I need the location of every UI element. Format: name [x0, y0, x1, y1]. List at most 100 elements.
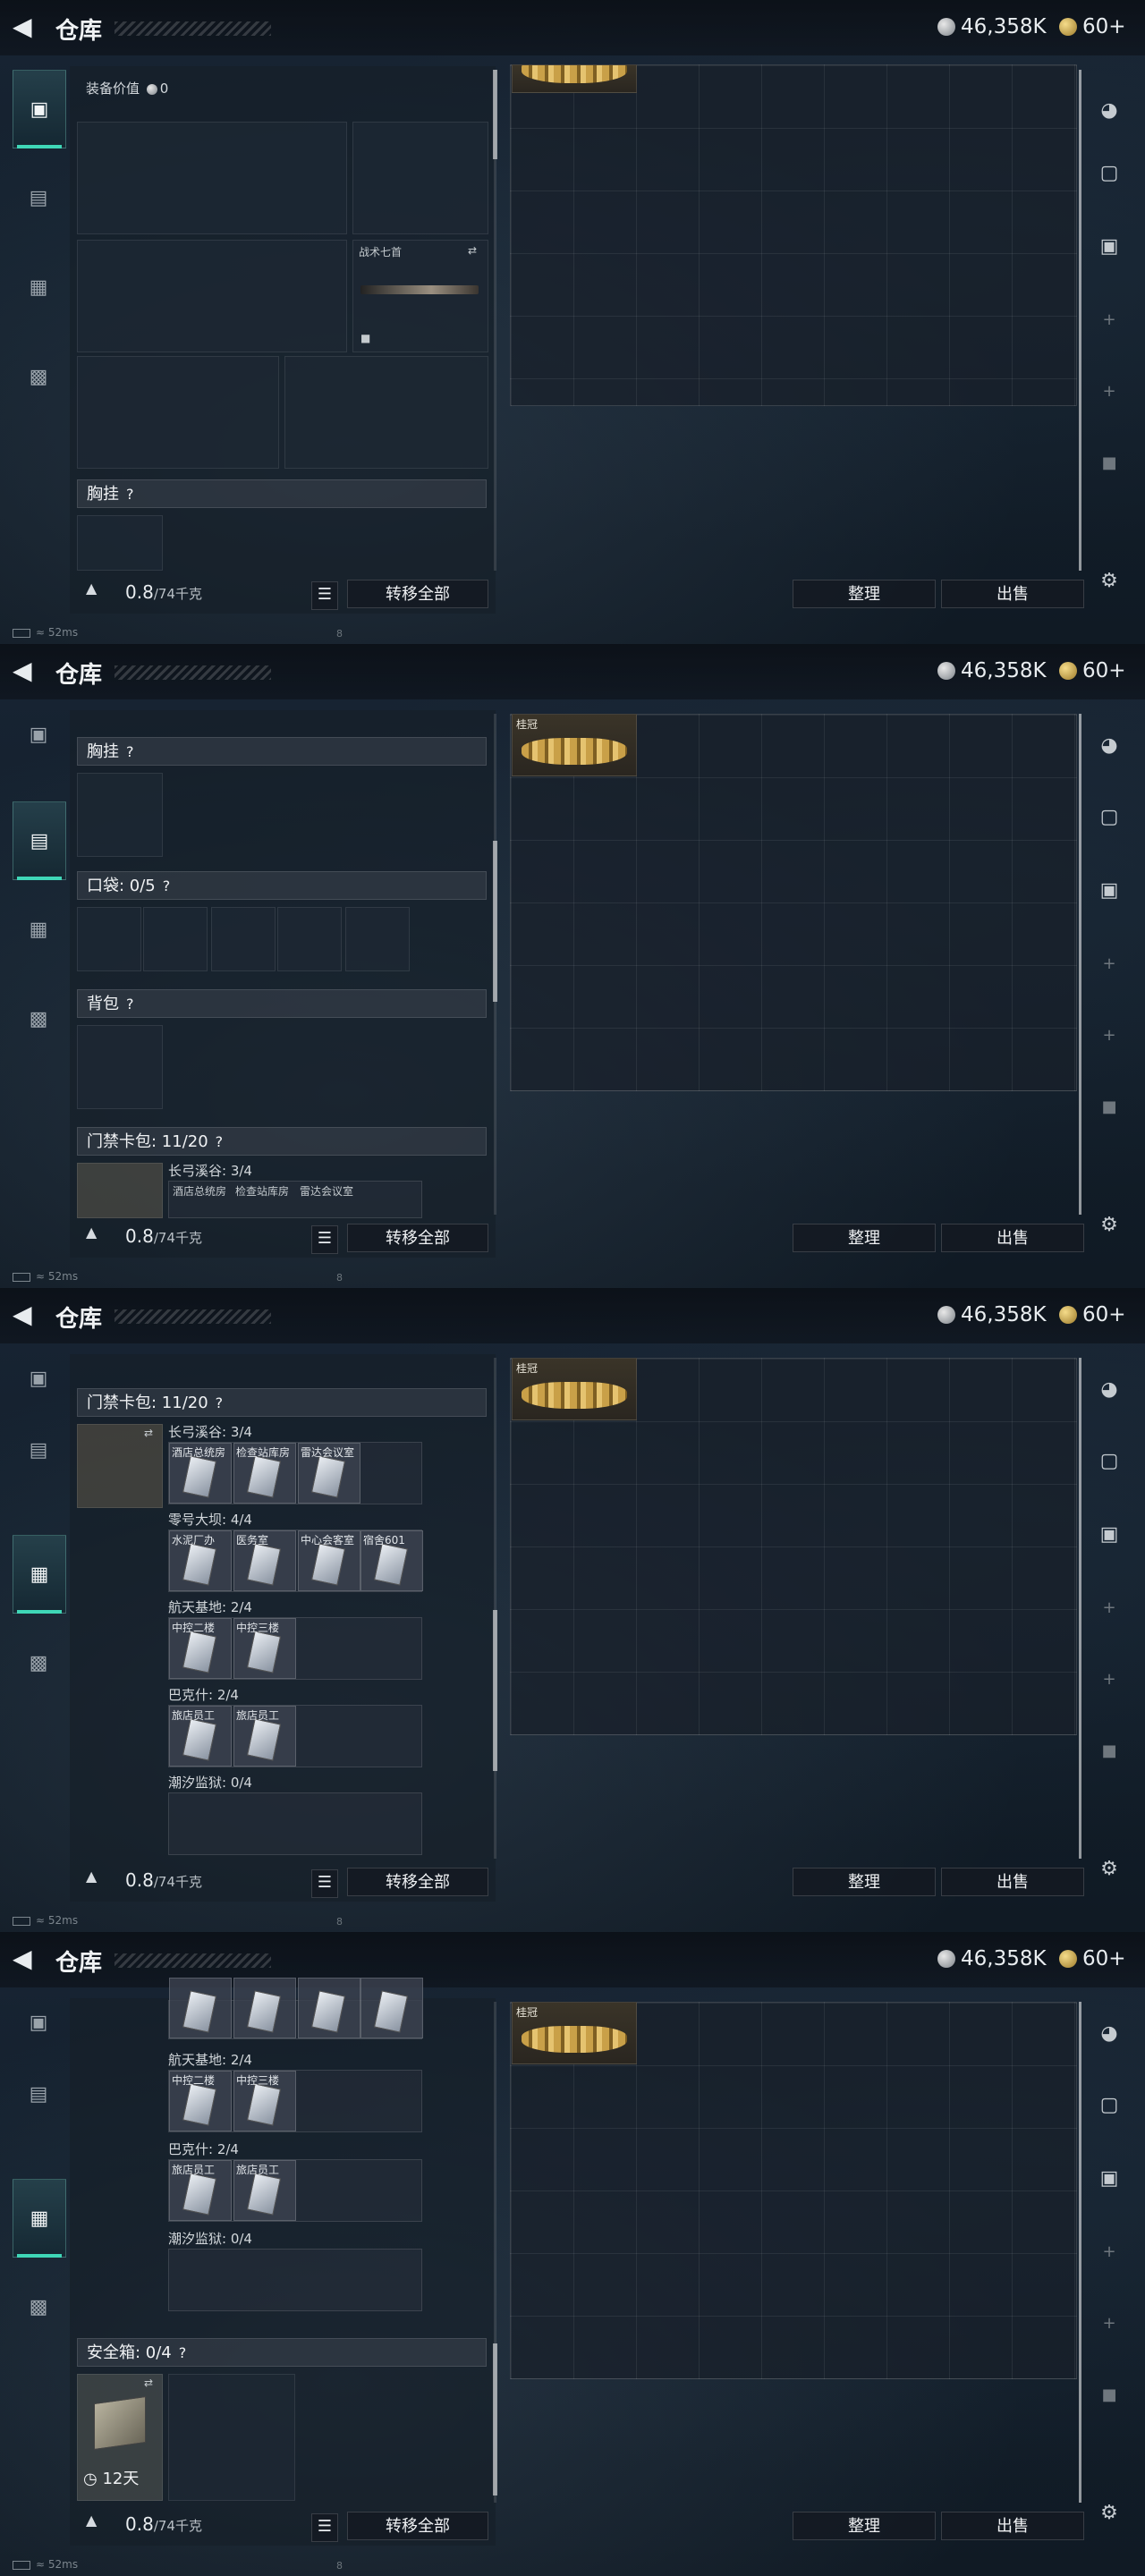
keycard[interactable]: 中控二楼	[169, 2071, 232, 2131]
left-scroll-thumb[interactable]	[493, 2343, 497, 2496]
transfer-all-button[interactable]: 转移全部	[347, 580, 488, 608]
help-icon[interactable]: ?	[126, 738, 134, 767]
storage-grid[interactable]	[510, 64, 1077, 406]
armor-slot[interactable]	[284, 356, 488, 469]
tab-safebox[interactable]: ▩	[13, 338, 64, 415]
tab-safebox[interactable]: ▩	[13, 1624, 64, 1701]
sell-button[interactable]: 出售	[941, 1224, 1084, 1252]
silver-currency[interactable]: 46,358K	[937, 658, 1047, 683]
swap-icon[interactable]: ⇄	[144, 1427, 153, 1439]
sort-button[interactable]: 整理	[793, 1868, 936, 1896]
sort-button[interactable]: 整理	[793, 1224, 936, 1252]
rename-icon[interactable]: ▣	[1093, 231, 1125, 263]
sell-button[interactable]: 出售	[941, 580, 1084, 608]
rename-icon[interactable]: ▣	[1093, 2163, 1125, 2195]
gift-icon[interactable]: ▢	[1093, 1445, 1125, 1478]
tab-safebox[interactable]: ▩	[13, 2268, 64, 2345]
tab-weapons[interactable]: ▣	[13, 1340, 64, 1417]
rename-icon[interactable]: ▣	[1093, 875, 1125, 907]
transfer-all-button[interactable]: 转移全部	[347, 2512, 488, 2540]
gold-currency[interactable]: 60+	[1059, 1302, 1126, 1327]
helmet-filter-icon[interactable]: ◕	[1093, 2018, 1125, 2050]
safebox-storage[interactable]	[168, 2374, 295, 2501]
tab-armor[interactable]: ▤	[13, 1411, 64, 1488]
crown-item[interactable]	[512, 64, 637, 93]
keycard[interactable]: 中控三楼	[233, 2071, 296, 2131]
list-icon[interactable]: ☰	[311, 2513, 338, 2542]
keycard[interactable]: 中控二楼	[169, 1618, 232, 1679]
keycard[interactable]: 旅店员工	[233, 1706, 296, 1767]
keycard-case-slot[interactable]	[77, 1163, 163, 1218]
helmet-filter-icon[interactable]: ◕	[1093, 730, 1125, 762]
keycard[interactable]	[233, 1978, 296, 2038]
tab-armor[interactable]: ▤	[13, 159, 64, 236]
helmet-slot[interactable]	[77, 356, 279, 469]
list-icon[interactable]: ☰	[311, 1225, 338, 1254]
pocket-slot-4[interactable]	[277, 907, 342, 971]
gear-icon[interactable]: ⚙	[1093, 1853, 1125, 1885]
pocket-slot-1[interactable]	[77, 907, 141, 971]
keycard[interactable]: 旅店员工	[169, 2160, 232, 2221]
gift-icon[interactable]: ▢	[1093, 801, 1125, 834]
crown-item[interactable]: 桂冠	[512, 2002, 637, 2064]
swap-icon[interactable]: ⇄	[144, 2377, 153, 2389]
keycard[interactable]: 中控三楼	[233, 1618, 296, 1679]
gear-icon[interactable]: ⚙	[1093, 2497, 1125, 2529]
keycard[interactable]: 雷达会议室	[298, 1443, 360, 1504]
keycard[interactable]: 旅店员工	[233, 2160, 296, 2221]
pocket-slot-2[interactable]	[143, 907, 208, 971]
backpack-slot[interactable]	[77, 1025, 163, 1109]
tab-keycards[interactable]: ▦	[13, 249, 64, 326]
left-scroll-track[interactable]	[494, 1358, 496, 1859]
melee-slot[interactable]: 战术七首 ⇄ ■	[352, 240, 488, 352]
silver-currency[interactable]: 46,358K	[937, 1302, 1047, 1327]
sell-button[interactable]: 出售	[941, 2512, 1084, 2540]
help-icon[interactable]: ?	[126, 480, 134, 509]
rig-slot[interactable]	[77, 773, 163, 857]
help-icon[interactable]: ?	[163, 872, 171, 901]
crown-item[interactable]: 桂冠	[512, 1358, 637, 1420]
back-icon[interactable]: ◀	[13, 1945, 39, 1973]
sell-button[interactable]: 出售	[941, 1868, 1084, 1896]
tab-safebox[interactable]: ▩	[13, 980, 64, 1057]
tab-armor[interactable]: ▤	[13, 2055, 64, 2132]
crown-item[interactable]: 桂冠	[512, 714, 637, 776]
gift-icon[interactable]: ▢	[1093, 157, 1125, 190]
tab-weapons[interactable]: ▣	[13, 70, 66, 148]
tab-keycards[interactable]: ▦	[13, 2179, 66, 2258]
sort-button[interactable]: 整理	[793, 580, 936, 608]
help-icon[interactable]: ?	[216, 1389, 224, 1418]
keycard[interactable]: 医务室	[233, 1530, 296, 1591]
help-icon[interactable]: ?	[126, 990, 134, 1019]
rename-icon[interactable]: ▣	[1093, 1519, 1125, 1551]
left-scroll-thumb[interactable]	[493, 70, 497, 159]
keycard[interactable]	[169, 1978, 232, 2038]
back-icon[interactable]: ◀	[13, 13, 39, 41]
gold-currency[interactable]: 60+	[1059, 658, 1126, 683]
helmet-filter-icon[interactable]: ◕	[1093, 95, 1125, 127]
list-icon[interactable]: ☰	[311, 1869, 338, 1898]
tab-keycards[interactable]: ▦	[13, 1535, 66, 1614]
gear-icon[interactable]: ⚙	[1093, 565, 1125, 597]
silver-currency[interactable]: 46,358K	[937, 1946, 1047, 1971]
keycard[interactable]: 中心会客室	[298, 1530, 360, 1591]
silver-currency[interactable]: 46,358K	[937, 14, 1047, 39]
list-icon[interactable]: ☰	[311, 581, 338, 610]
sort-button[interactable]: 整理	[793, 2512, 936, 2540]
help-icon[interactable]: ?	[216, 1128, 224, 1157]
add-icon[interactable]: +	[1093, 2236, 1125, 2268]
add-icon[interactable]: +	[1093, 1592, 1125, 1624]
rig-slot[interactable]	[77, 515, 163, 571]
keycard-case-slot[interactable]: ⇄	[77, 1424, 163, 1508]
left-scroll-thumb[interactable]	[493, 841, 497, 1002]
right-scroll-track[interactable]	[1079, 70, 1081, 571]
tab-weapons[interactable]: ▣	[13, 696, 64, 773]
secondary-weapon-slot[interactable]	[77, 240, 347, 352]
gold-currency[interactable]: 60+	[1059, 14, 1126, 39]
pocket-slot-5[interactable]	[345, 907, 410, 971]
back-icon[interactable]: ◀	[13, 1301, 39, 1329]
right-scroll-track[interactable]	[1079, 2002, 1081, 2503]
keycard[interactable]: 检查站库房	[233, 1443, 296, 1504]
keycard[interactable]: 宿舍601	[360, 1530, 423, 1591]
tab-weapons[interactable]: ▣	[13, 1984, 64, 2061]
